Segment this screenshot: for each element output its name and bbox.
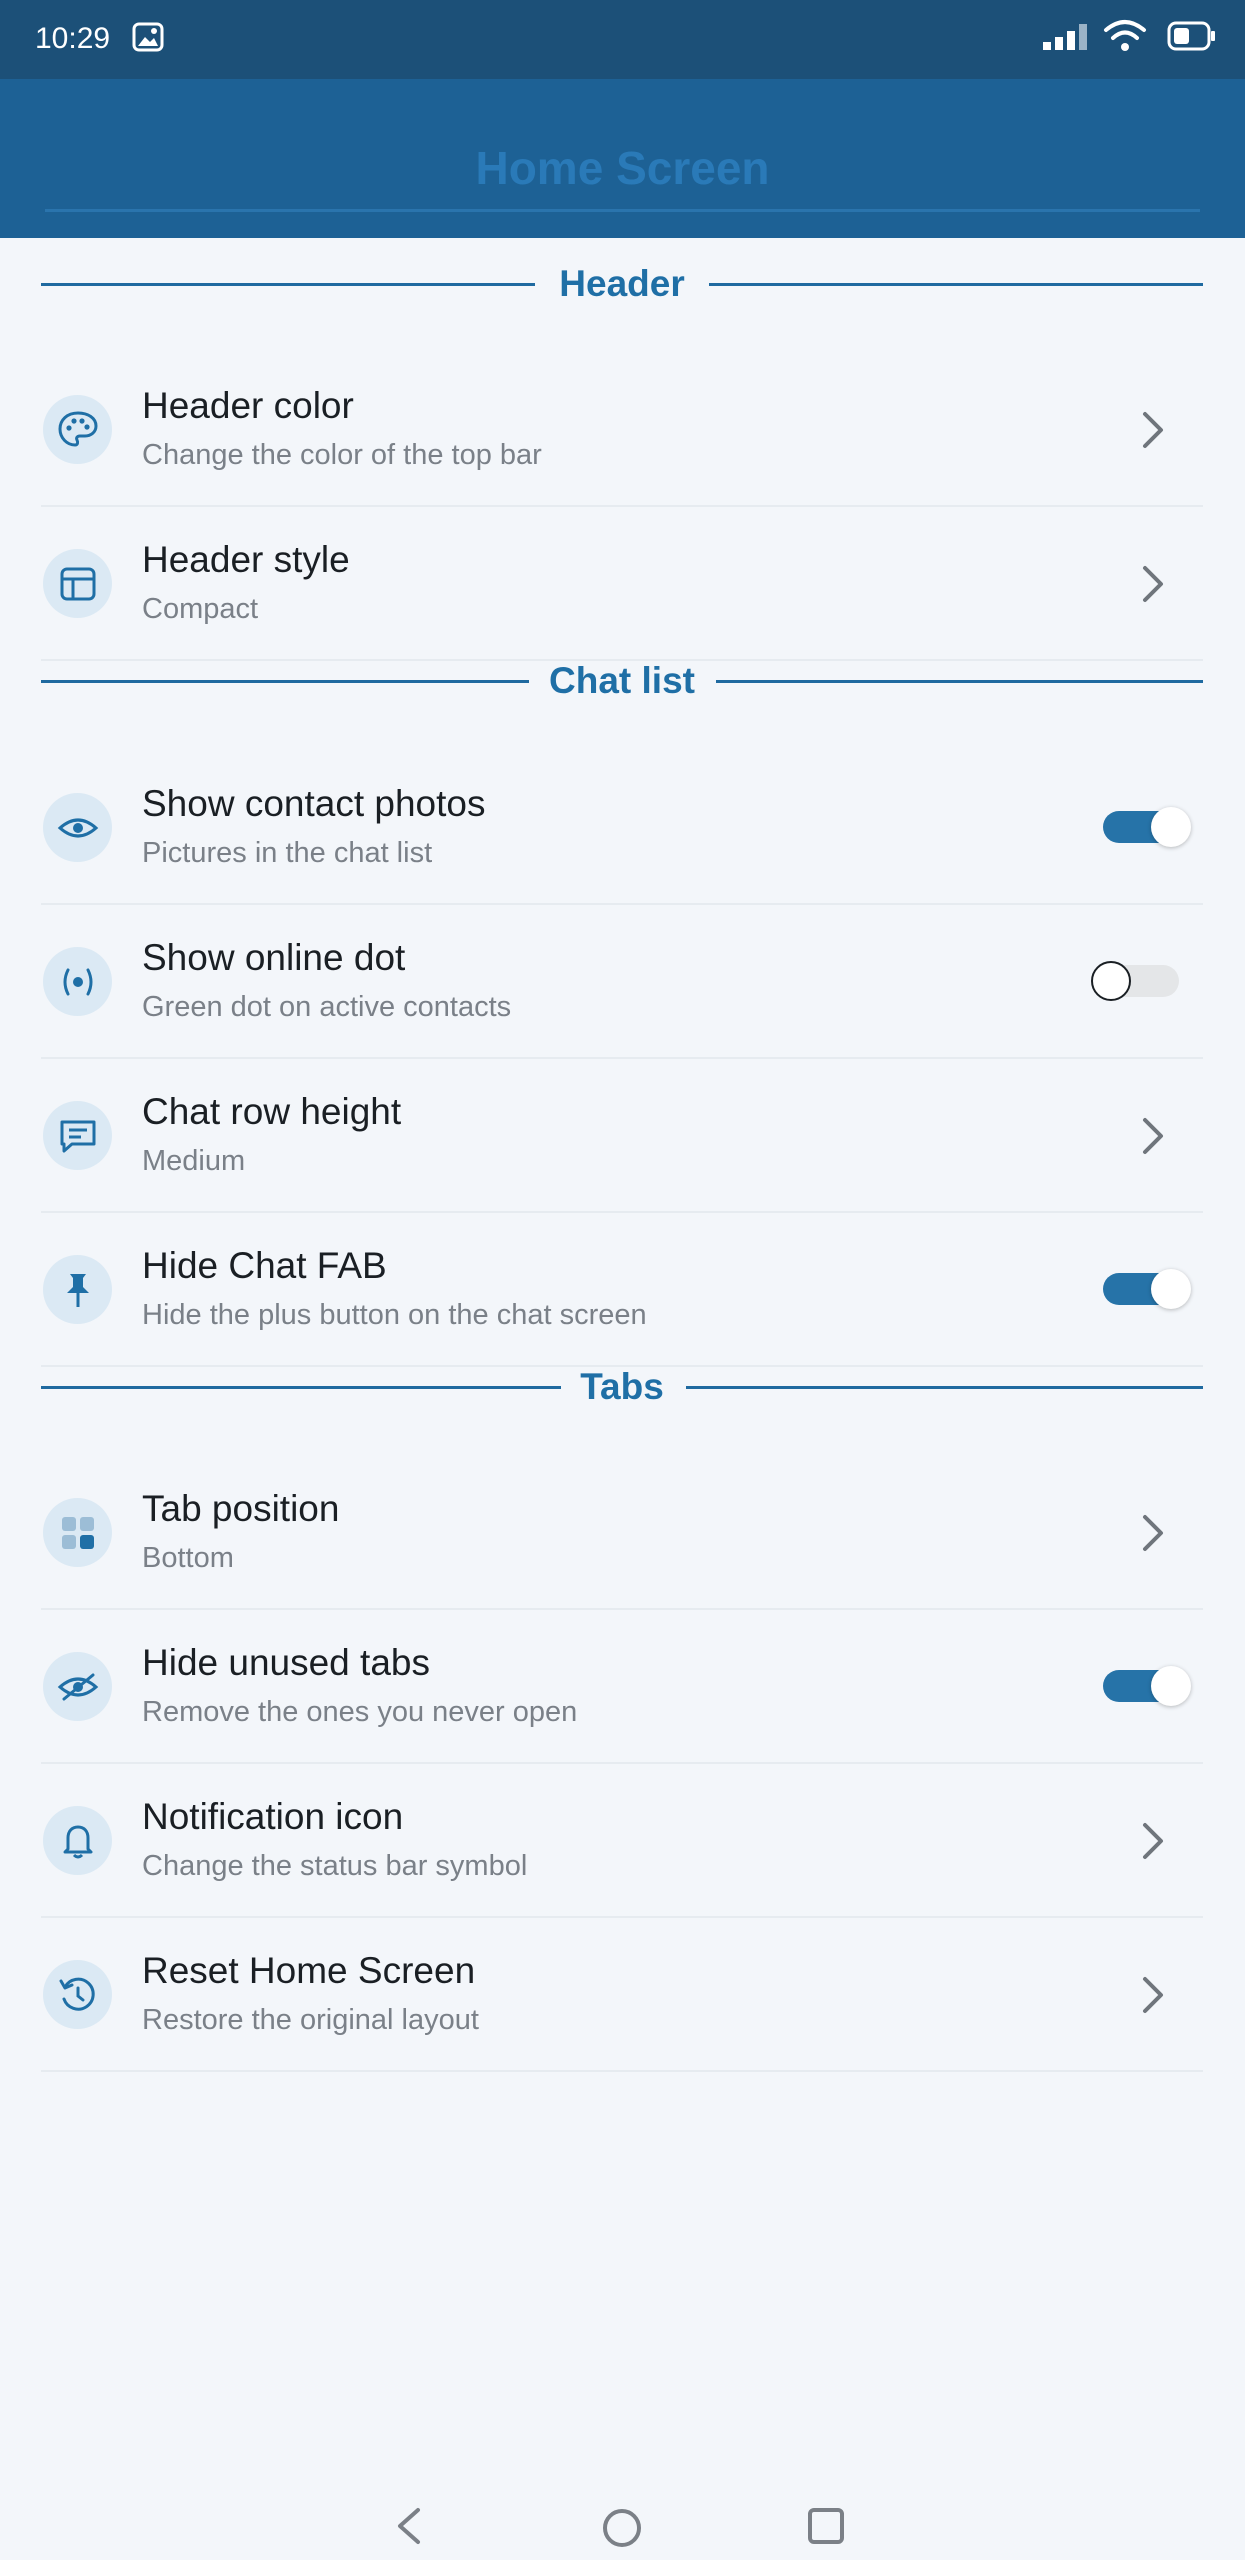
row-title: Reset Home Screen bbox=[142, 1950, 476, 1991]
settings-row-notification-icon[interactable]: Notification icon Change the status bar … bbox=[41, 1764, 1203, 1918]
divider-line bbox=[716, 680, 1203, 683]
section-header-chat-list: Chat list bbox=[41, 651, 1203, 711]
chevron-right-icon bbox=[1139, 1511, 1167, 1560]
chevron-right-icon bbox=[1139, 1819, 1167, 1868]
settings-row-hide-chat-fab[interactable]: Hide Chat FAB Hide the plus button on th… bbox=[41, 1213, 1203, 1367]
section-header-tabs: Tabs bbox=[41, 1357, 1203, 1417]
row-subtitle: Green dot on active contacts bbox=[142, 991, 512, 1023]
recents-icon[interactable] bbox=[806, 2506, 846, 2551]
battery-icon bbox=[1167, 20, 1217, 57]
settings-row-header-style[interactable]: Header style Compact bbox=[41, 507, 1203, 661]
row-subtitle: Bottom bbox=[142, 1542, 234, 1574]
layout-icon bbox=[43, 549, 112, 618]
toggle-knob bbox=[1151, 807, 1191, 847]
bell-icon bbox=[43, 1806, 112, 1875]
row-subtitle: Change the color of the top bar bbox=[142, 439, 542, 471]
back-icon[interactable] bbox=[388, 2504, 428, 2553]
row-subtitle: Remove the ones you never open bbox=[142, 1696, 578, 1728]
row-title: Tab position bbox=[142, 1488, 340, 1529]
radio-dot-icon bbox=[43, 947, 112, 1016]
chevron-right-icon bbox=[1139, 1973, 1167, 2022]
show-contact-photos-toggle[interactable] bbox=[1103, 807, 1193, 847]
toggle-knob bbox=[1151, 1269, 1191, 1309]
chevron-right-icon bbox=[1139, 1114, 1167, 1163]
settings-row-show-contact-photos[interactable]: Show contact photos Pictures in the chat… bbox=[41, 751, 1203, 905]
status-time: 10:29 bbox=[35, 22, 111, 55]
row-subtitle: Restore the original layout bbox=[142, 2004, 479, 2036]
row-title: Header style bbox=[142, 539, 350, 580]
image-icon bbox=[132, 22, 164, 57]
navigation-bar bbox=[0, 2490, 1245, 2560]
show-online-dot-toggle[interactable] bbox=[1091, 961, 1181, 1001]
settings-row-chat-row-height[interactable]: Chat row height Medium bbox=[41, 1059, 1203, 1213]
settings-row-reset-home-screen[interactable]: Reset Home Screen Restore the original l… bbox=[41, 1918, 1203, 2072]
settings-row-tab-position[interactable]: Tab position Bottom bbox=[41, 1456, 1203, 1610]
app-bar: Home Screen bbox=[0, 79, 1245, 238]
row-title: Hide unused tabs bbox=[142, 1642, 430, 1683]
divider-line bbox=[709, 283, 1203, 286]
home-icon[interactable] bbox=[600, 2506, 644, 2555]
palette-icon bbox=[43, 395, 112, 464]
eye-off-icon bbox=[43, 1652, 112, 1721]
wifi-icon bbox=[1103, 18, 1147, 59]
pin-icon bbox=[43, 1255, 112, 1324]
row-title: Hide Chat FAB bbox=[142, 1245, 387, 1286]
toggle-knob bbox=[1091, 961, 1131, 1001]
settings-row-hide-unused-tabs[interactable]: Hide unused tabs Remove the ones you nev… bbox=[41, 1610, 1203, 1764]
page-title: Home Screen bbox=[475, 142, 770, 194]
chevron-right-icon bbox=[1139, 562, 1167, 611]
toggle-knob bbox=[1151, 1666, 1191, 1706]
eye-icon bbox=[43, 793, 112, 862]
row-subtitle: Pictures in the chat list bbox=[142, 837, 433, 869]
row-title: Show contact photos bbox=[142, 783, 486, 824]
hide-unused-tabs-toggle[interactable] bbox=[1103, 1666, 1193, 1706]
row-subtitle: Compact bbox=[142, 593, 259, 625]
settings-row-header-color[interactable]: Header color Change the color of the top… bbox=[41, 353, 1203, 507]
signal-icon bbox=[1043, 22, 1089, 57]
row-subtitle: Hide the plus button on the chat screen bbox=[142, 1299, 647, 1331]
chat-bubble-icon bbox=[43, 1101, 112, 1170]
divider-line bbox=[686, 1386, 1203, 1389]
row-title: Header color bbox=[142, 385, 354, 426]
row-subtitle: Medium bbox=[142, 1145, 246, 1177]
row-subtitle: Change the status bar symbol bbox=[142, 1850, 528, 1882]
title-underline bbox=[45, 209, 1200, 212]
row-title: Show online dot bbox=[142, 937, 406, 978]
row-title: Chat row height bbox=[142, 1091, 402, 1132]
section-header-header: Header bbox=[41, 254, 1203, 314]
row-title: Notification icon bbox=[142, 1796, 404, 1837]
status-bar: 10:29 bbox=[0, 0, 1245, 79]
hide-chat-fab-toggle[interactable] bbox=[1103, 1269, 1193, 1309]
settings-row-show-online-dot[interactable]: Show online dot Green dot on active cont… bbox=[41, 905, 1203, 1059]
chevron-right-icon bbox=[1139, 408, 1167, 457]
reset-icon bbox=[43, 1960, 112, 2029]
grid-icon bbox=[43, 1498, 112, 1567]
